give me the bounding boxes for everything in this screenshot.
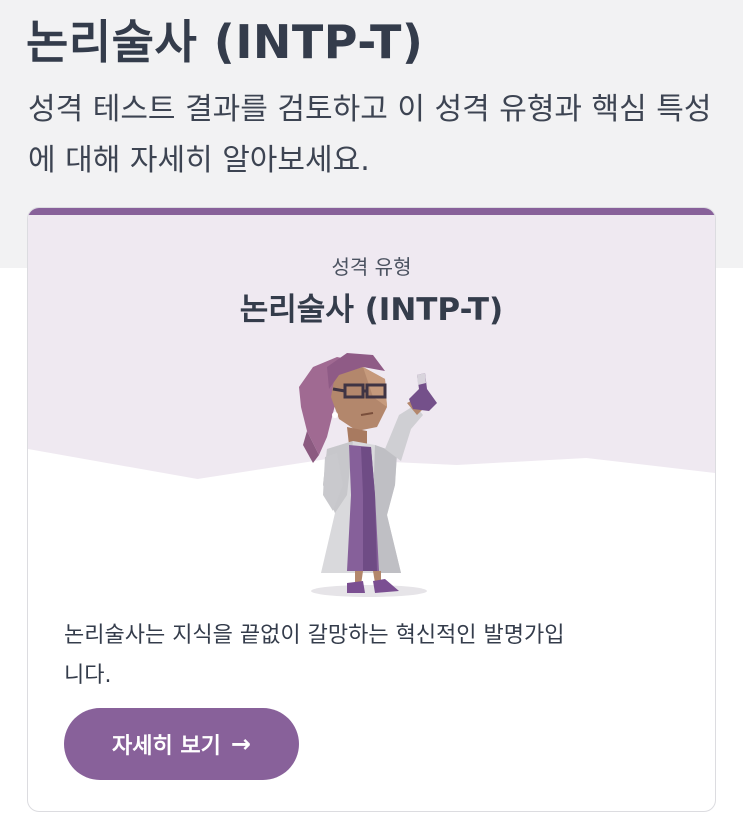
learn-more-label: 자세히 보기	[112, 734, 221, 759]
page-subtitle: 성격 테스트 결과를 검토하고 이 성격 유형과 핵심 특성에 대해 자세히 알…	[28, 92, 712, 178]
arrow-right-icon: →	[230, 730, 251, 758]
learn-more-button[interactable]: 자세히 보기 →	[64, 708, 299, 780]
logician-illustration	[299, 353, 437, 597]
card-title: 논리술사 (INTP-T)	[239, 292, 504, 328]
card-description: 논리술사는 지식을 끝없이 갈망하는 혁신적인 발명가입니다.	[64, 623, 565, 688]
card-accent-stripe	[28, 208, 715, 215]
card-label: 성격 유형	[331, 255, 412, 279]
personality-type-card: 성격 유형 논리술사 (INTP-T) 논리술사는 지식을 끝없이 갈망하는 혁…	[27, 207, 716, 812]
page-title: 논리술사 (INTP-T)	[26, 15, 424, 69]
